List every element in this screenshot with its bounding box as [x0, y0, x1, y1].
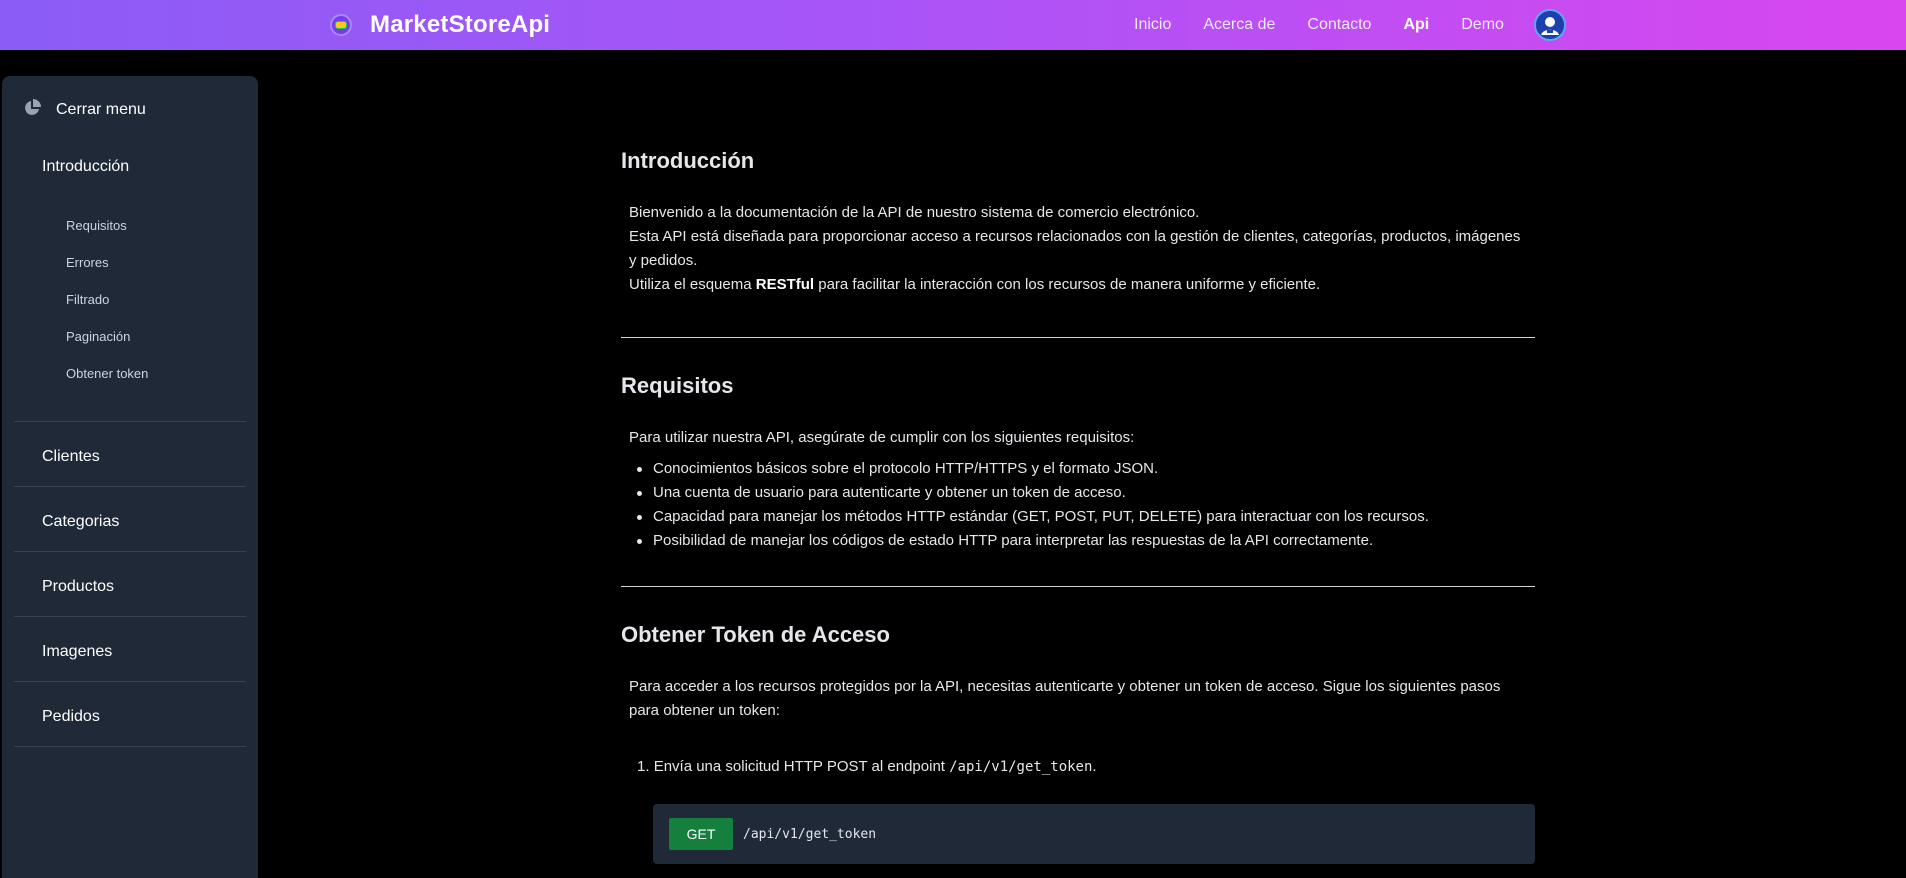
sidebar-divider: [14, 486, 246, 487]
sidebar-item-introduccion[interactable]: Introducción: [42, 158, 129, 176]
requirements-heading: Requisitos: [621, 373, 734, 398]
nav-links: Inicio Acerca de Contacto Api Demo: [1134, 0, 1566, 50]
intro-line-3: Utiliza el esquema RESTful para facilita…: [629, 276, 1321, 293]
user-avatar-icon[interactable]: [1533, 9, 1566, 41]
sidebar-item-pedidos[interactable]: Pedidos: [42, 708, 100, 726]
token-heading: Obtener Token de Acceso: [621, 622, 890, 647]
sidebar-divider: [14, 746, 246, 747]
sidebar-subitem-errores[interactable]: Errores: [66, 255, 109, 270]
intro-heading: Introducción: [621, 148, 755, 173]
list-item: Posibilidad de manejar los códigos de es…: [631, 529, 1531, 553]
section-divider: [621, 586, 1535, 587]
requirements-lead: Para utilizar nuestra API, asegúrate de …: [629, 429, 1135, 446]
sidebar-subitem-obtener-token[interactable]: Obtener token: [66, 366, 148, 381]
sidebar-item-productos[interactable]: Productos: [42, 578, 114, 596]
sidebar-subitem-filtrado[interactable]: Filtrado: [66, 292, 109, 307]
endpoint-box: GET /api/v1/get_token: [653, 804, 1535, 864]
top-navbar: MarketStoreApi Inicio Acerca de Contacto…: [0, 0, 1906, 50]
brand-name: MarketStoreApi: [370, 11, 551, 38]
restful-bold: RESTful: [755, 276, 815, 293]
nav-link-contacto[interactable]: Contacto: [1307, 16, 1371, 34]
list-item: Capacidad para manejar los métodos HTTP …: [631, 505, 1531, 529]
sidebar-divider: [14, 421, 246, 422]
list-item: Una cuenta de usuario para autenticarte …: [631, 481, 1531, 505]
section-divider: [621, 337, 1535, 338]
sidebar-divider: [14, 616, 246, 617]
intro-text: Bienvenido a la documentación de la API …: [629, 201, 1529, 297]
token-lead: Para acceder a los recursos protegidos p…: [629, 678, 1501, 719]
nav-link-inicio[interactable]: Inicio: [1134, 16, 1171, 34]
endpoint-path: /api/v1/get_token: [743, 826, 877, 842]
token-step-1: 1. Envía una solicitud HTTP POST al endp…: [637, 758, 1097, 775]
nav-link-demo[interactable]: Demo: [1461, 16, 1504, 34]
pie-chart-icon: [22, 98, 42, 123]
nav-link-api[interactable]: Api: [1403, 16, 1429, 34]
sidebar-divider: [14, 551, 246, 552]
method-badge-get: GET: [669, 818, 733, 850]
sidebar-divider: [14, 681, 246, 682]
sidebar: Cerrar menu Introducción Requisitos Erro…: [2, 76, 258, 878]
sidebar-item-imagenes[interactable]: Imagenes: [42, 643, 112, 661]
intro-line-1: Bienvenido a la documentación de la API …: [629, 204, 1200, 221]
brand-logo-icon: [330, 14, 352, 36]
endpoint-inline-code: /api/v1/get_token: [949, 759, 1093, 775]
sidebar-subitem-paginacion[interactable]: Paginación: [66, 329, 130, 344]
requirements-list: Conocimientos básicos sobre el protocolo…: [631, 457, 1531, 553]
sidebar-item-categorias[interactable]: Categorias: [42, 513, 119, 531]
sidebar-subitem-requisitos[interactable]: Requisitos: [66, 218, 127, 233]
close-menu-label: Cerrar menu: [56, 101, 146, 118]
brand[interactable]: MarketStoreApi: [330, 0, 550, 50]
intro-line-2: Esta API está diseñada para proporcionar…: [629, 228, 1521, 269]
list-item: Conocimientos básicos sobre el protocolo…: [631, 457, 1531, 481]
nav-link-acerca-de[interactable]: Acerca de: [1203, 16, 1275, 34]
close-menu-button[interactable]: Cerrar menu: [22, 98, 146, 122]
sidebar-item-clientes[interactable]: Clientes: [42, 448, 100, 466]
